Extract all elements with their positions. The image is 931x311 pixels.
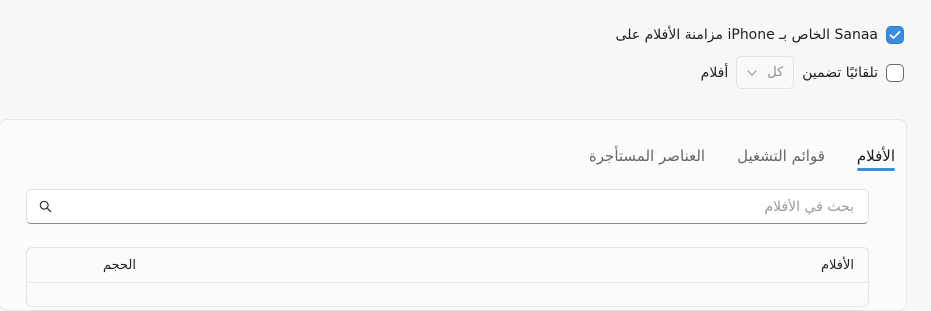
search-box [26, 189, 869, 224]
table-header: الأفلام الحجم [27, 248, 868, 283]
sync-row: مزامنة الأفلام على iPhone الخاص بـ Sanaa [616, 26, 904, 44]
tab-movies[interactable]: الأفلام [856, 147, 896, 171]
search-input[interactable] [52, 197, 856, 216]
auto-include-row: تلقائيًا تضمين كل أفلام [701, 56, 904, 89]
movies-suffix-label: أفلام [700, 64, 729, 81]
movies-table: الأفلام الحجم [26, 247, 869, 307]
search-icon [39, 200, 52, 213]
sync-label: مزامنة الأفلام على iPhone الخاص بـ Sanaa [615, 27, 878, 43]
tab-playlists[interactable]: قوائم التشغيل [737, 147, 825, 169]
sync-checkbox[interactable] [886, 26, 904, 44]
auto-include-checkbox[interactable] [886, 63, 904, 82]
auto-include-label: تلقائيًا تضمين [802, 64, 878, 81]
check-icon [889, 30, 901, 39]
dropdown-value: كل [767, 65, 784, 80]
tab-rented-items[interactable]: العناصر المستأجرة [589, 147, 705, 169]
column-header-movies[interactable]: الأفلام [821, 258, 854, 273]
chevron-down-icon [747, 69, 757, 76]
auto-include-dropdown[interactable]: كل [736, 56, 795, 89]
tab-bar: الأفلام قوائم التشغيل العناصر المستأجرة [557, 147, 896, 171]
column-header-size[interactable]: الحجم [103, 258, 136, 273]
